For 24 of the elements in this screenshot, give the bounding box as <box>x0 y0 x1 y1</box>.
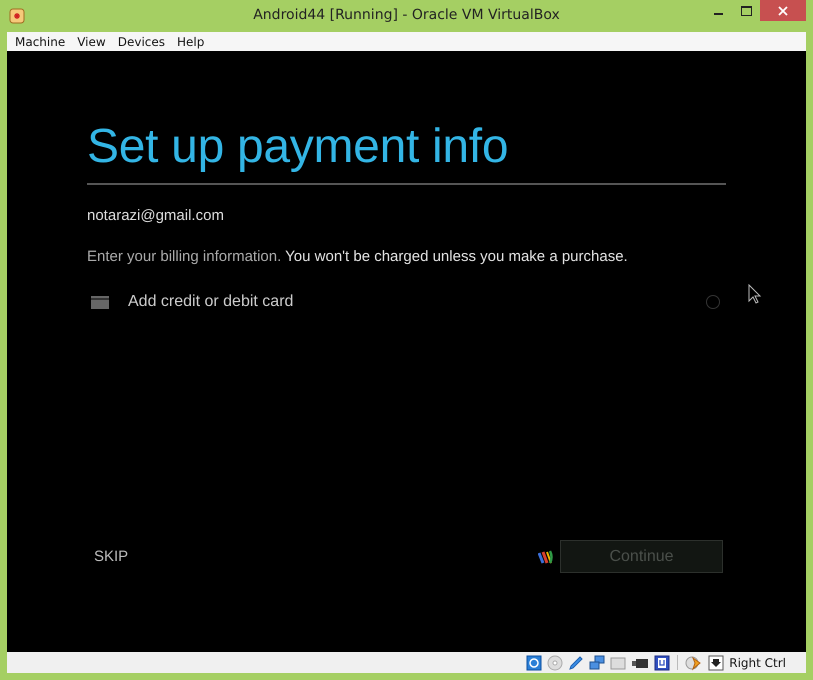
skip-button[interactable]: SKIP <box>94 548 128 565</box>
app-icon[interactable] <box>9 8 25 24</box>
menu-item[interactable]: Devices <box>112 34 172 48</box>
card-icon <box>91 296 109 308</box>
option-label[interactable]: Add credit or debit card <box>128 293 294 311</box>
host-key-label: Right Ctrl <box>729 656 786 670</box>
minimize-icon <box>714 13 722 15</box>
billing-note: Enter your billing information. You won't be charged unless you make a purchase. <box>87 248 629 265</box>
menu-item[interactable]: Help <box>171 34 210 48</box>
close-button[interactable] <box>760 0 806 21</box>
page-heading: Set up payment info <box>87 119 510 175</box>
close-icon <box>778 6 788 16</box>
menu-item[interactable]: View <box>71 34 112 48</box>
cpu-icon[interactable] <box>654 654 670 670</box>
mouse-pointer-icon <box>748 284 762 304</box>
window-title: Android44 [Running] - Oracle VM VirtualBox <box>253 7 560 23</box>
wallet-icon <box>538 548 554 564</box>
maximize-icon <box>740 6 752 16</box>
account-email: notarazi@gmail.com <box>87 207 225 224</box>
menu-item[interactable]: Machine <box>9 34 72 48</box>
mouse-integration-icon[interactable] <box>685 654 704 670</box>
radio-button[interactable] <box>706 295 720 309</box>
usb-pen-icon[interactable] <box>568 654 584 670</box>
network-icon[interactable] <box>589 654 606 670</box>
